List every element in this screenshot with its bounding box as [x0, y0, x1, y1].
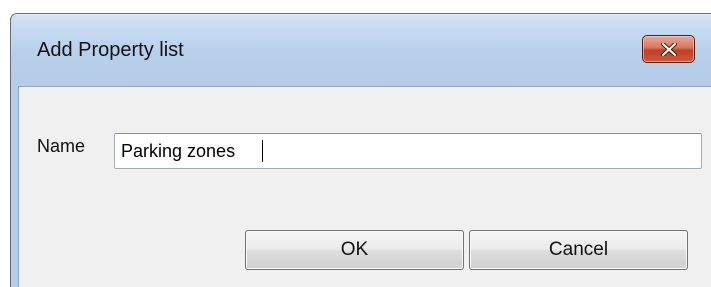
dialog-body: Name OK Cancel: [18, 86, 711, 287]
name-label: Name: [37, 136, 86, 156]
close-button[interactable]: [642, 35, 695, 63]
add-property-list-dialog: Add Property list Name OK Cancel: [10, 13, 711, 287]
ok-button[interactable]: OK: [245, 230, 464, 270]
title-bar[interactable]: Add Property list: [11, 14, 711, 86]
cancel-button[interactable]: Cancel: [469, 230, 688, 270]
text-caret: [262, 140, 263, 162]
name-input[interactable]: [114, 133, 702, 169]
dialog-title: Add Property list: [37, 39, 184, 61]
close-icon: [661, 43, 677, 56]
